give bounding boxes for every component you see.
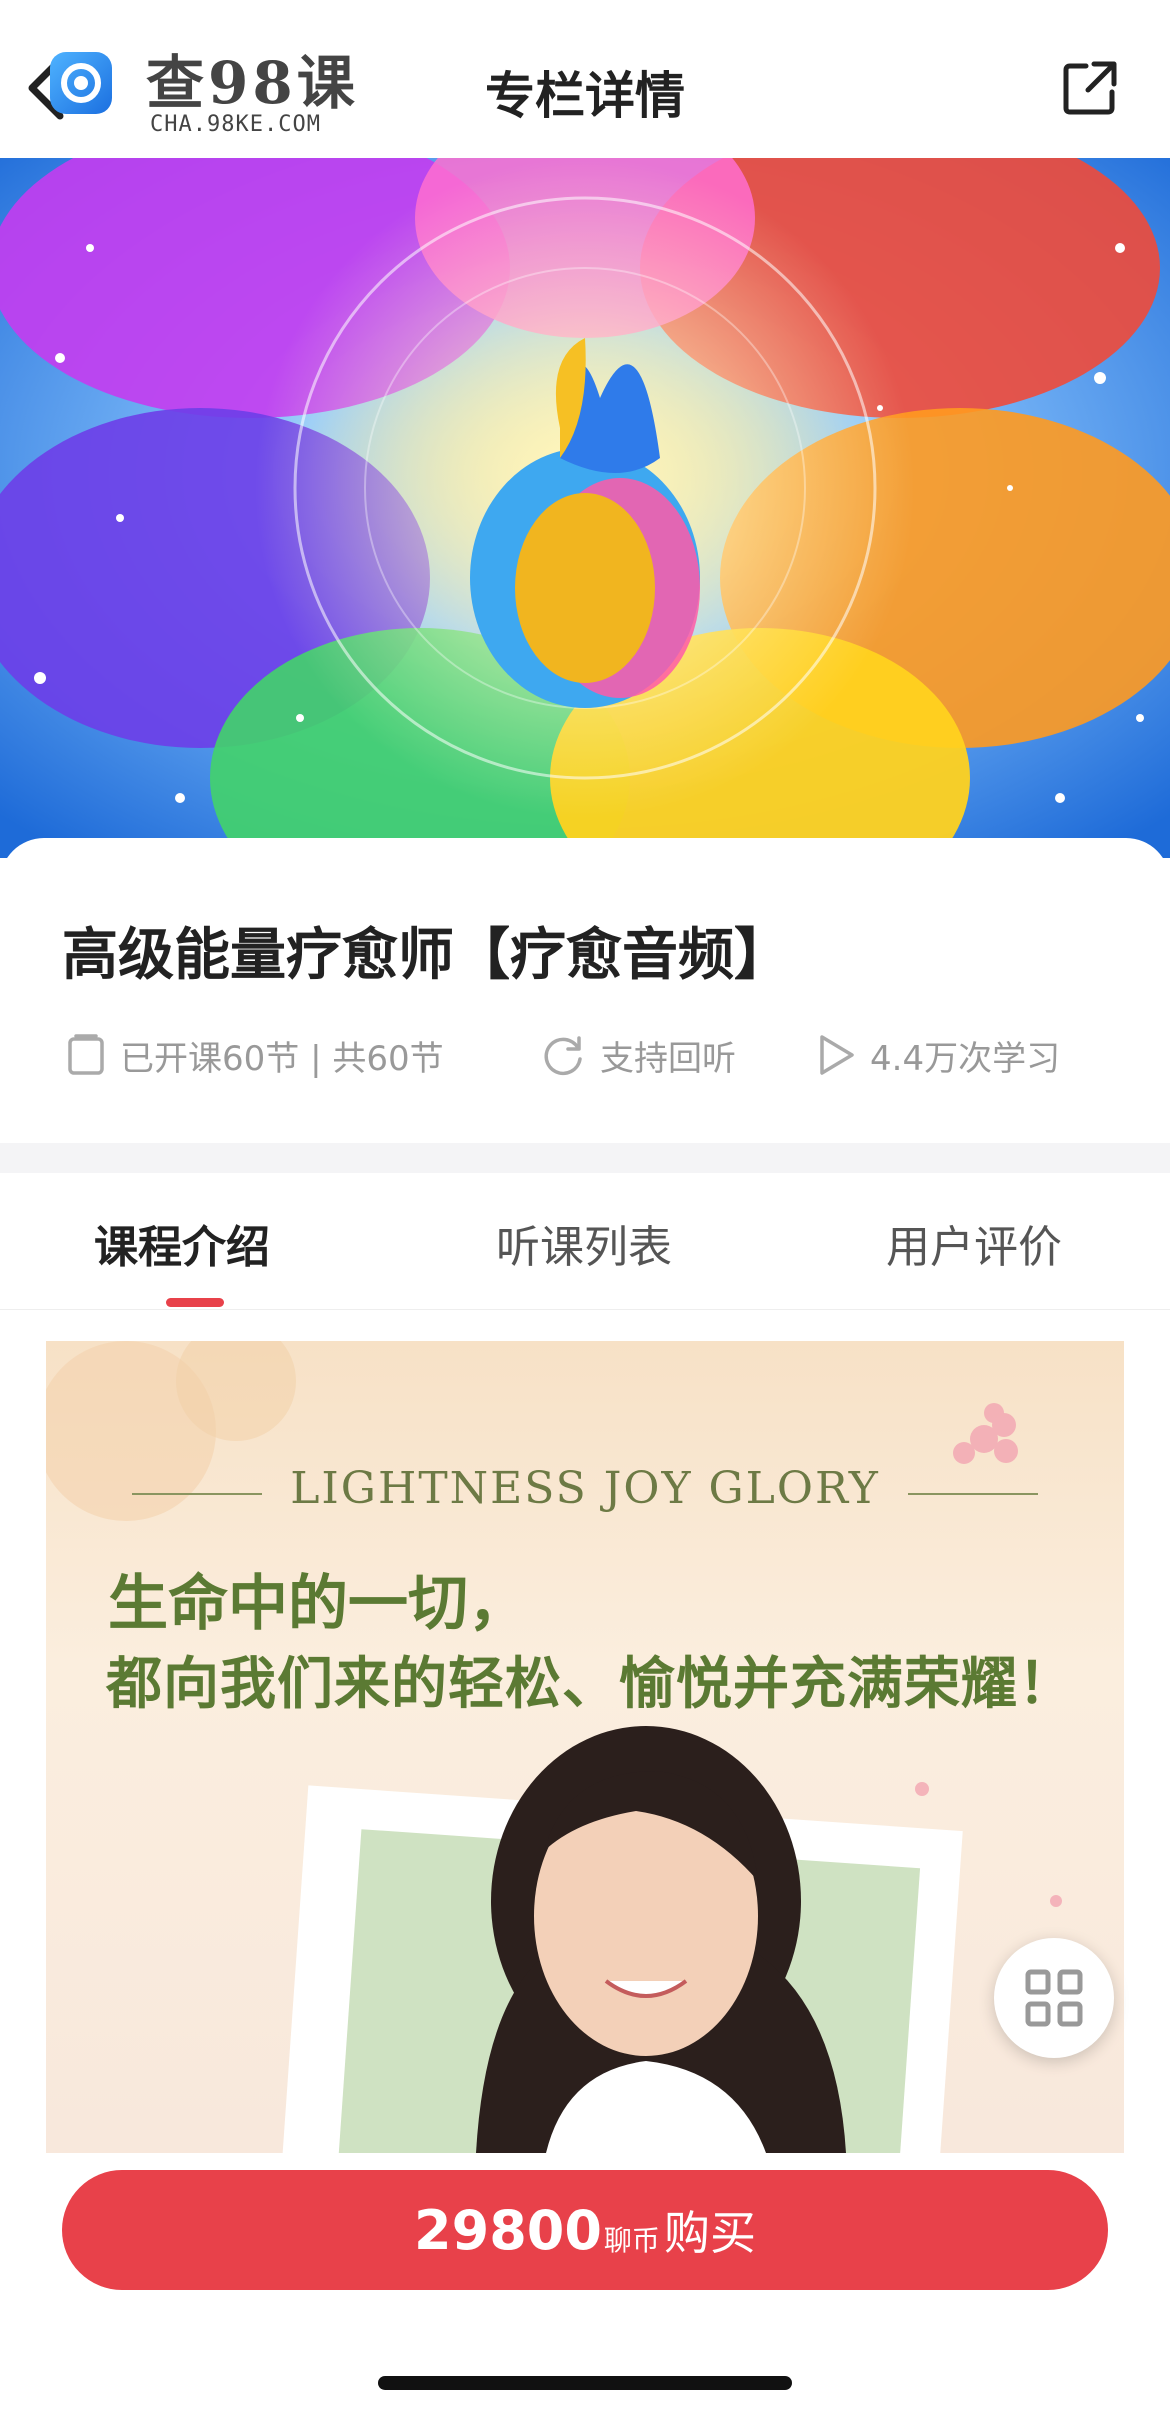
replay-text: 支持回听 [600,1038,736,1079]
section-divider [0,1143,1170,1173]
lesson-count: 已开课60节 | 共60节 [66,1028,444,1082]
grid-menu-button[interactable] [994,1938,1114,2058]
active-tab-indicator [166,1298,224,1307]
home-indicator [378,2376,792,2390]
replay-icon [544,1036,582,1076]
tab-user-reviews[interactable]: 用户评价 [886,1211,1062,1275]
poster-english-tagline: LIGHTNESS JOY GLORY [290,1463,880,1514]
share-button[interactable] [1060,58,1120,118]
poster-slogan-line2: 都向我们来的轻松、愉悦并充满荣耀！ [106,1651,1075,1717]
study-count-text: 4.4万次学习 [870,1038,1061,1079]
poster-slogan-line1: 生命中的一切， [108,1569,528,1639]
course-intro-poster: LIGHTNESS JOY GLORY 生命中的一切， 都向我们来的轻松、愉悦并… [46,1341,1124,2153]
tab-lesson-list[interactable]: 听课列表 [496,1211,672,1275]
grid-icon [1025,1969,1083,2027]
buy-button[interactable]: 29800 聊币 购买 [62,2170,1108,2290]
lesson-count-text: 已开课60节 | 共60节 [120,1038,444,1079]
course-cover-image [0,158,1170,858]
buy-price: 29800 [414,2198,602,2262]
top-bar: 查98课 CHA.98KE.COM 专栏详情 [0,0,1170,158]
course-title: 高级能量疗愈师【疗愈音频】 [62,923,790,988]
external-share-icon [1063,61,1117,115]
buy-currency-unit: 聊币 [603,2224,660,2257]
tab-bar: 课程介绍 听课列表 用户评价 [0,1173,1170,1310]
buy-label: 购买 [663,2206,756,2260]
replay-support: 支持回听 [540,1028,736,1082]
tab-course-intro[interactable]: 课程介绍 [94,1211,270,1275]
study-count: 4.4万次学习 [816,1028,1060,1082]
page-title: 专栏详情 [485,67,685,125]
play-icon [820,1035,854,1075]
document-icon [68,1034,104,1075]
